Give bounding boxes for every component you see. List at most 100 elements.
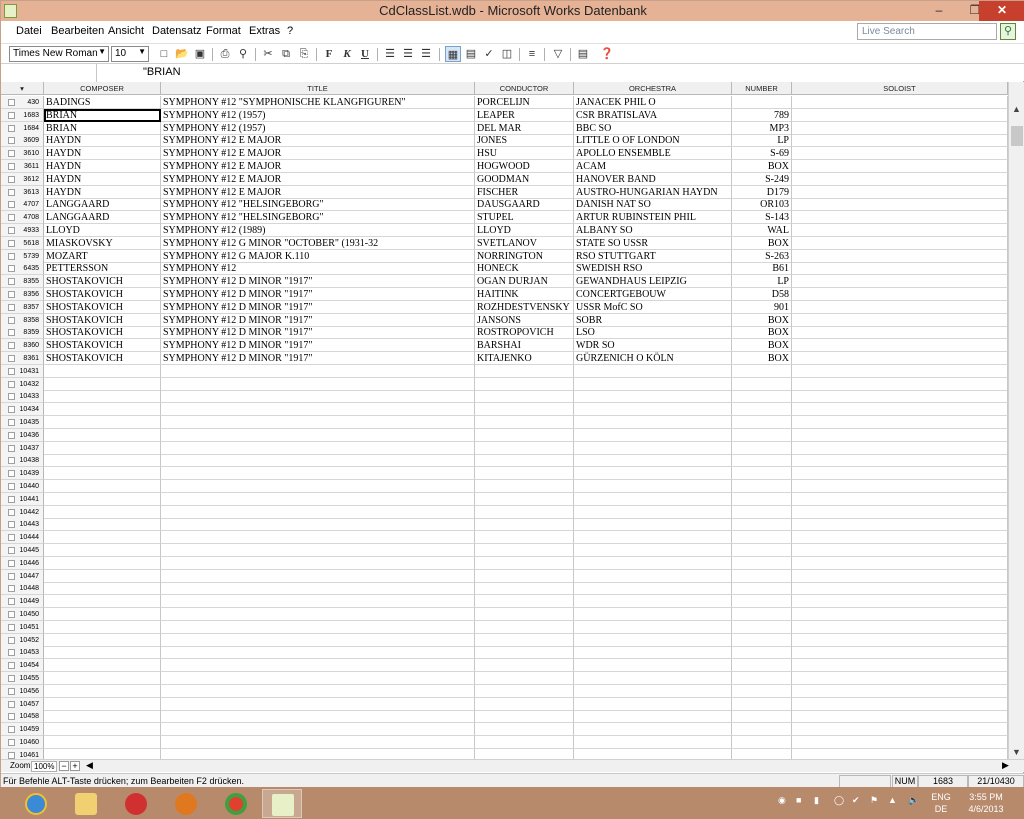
cell-title[interactable]: SYMPHONY #12 "HELSINGEBORG" xyxy=(161,211,475,225)
cell-conductor[interactable]: DEL MAR xyxy=(475,121,574,135)
cell-title[interactable]: SYMPHONY #12 E MAJOR xyxy=(161,134,475,148)
cell-orchestra[interactable] xyxy=(574,364,732,378)
cell-soloist[interactable] xyxy=(792,454,1008,468)
row-checkbox[interactable] xyxy=(8,534,15,542)
table-row[interactable]: 10455 xyxy=(1,672,1008,685)
help-icon[interactable]: ❓ xyxy=(599,46,615,62)
cell-orchestra[interactable] xyxy=(574,505,732,519)
table-row[interactable]: 10458 xyxy=(1,710,1008,724)
row-number[interactable]: 10438 xyxy=(1,454,44,468)
table-row[interactable]: 10434 xyxy=(1,403,1008,417)
row-number[interactable]: 10445 xyxy=(1,544,44,557)
table-row[interactable]: 3612 HAYDN SYMPHONY #12 E MAJOR GOODMAN HANO… xyxy=(1,172,1008,186)
cell-composer[interactable] xyxy=(44,441,161,455)
cell-soloist[interactable] xyxy=(792,620,1008,634)
table-row[interactable]: 4707 LANGGAARD SYMPHONY #12 "HELSINGEBORG"… xyxy=(1,198,1008,212)
row-checkbox[interactable] xyxy=(8,303,15,311)
cell-title[interactable]: SYMPHONY #12 D MINOR "1917" xyxy=(161,288,475,301)
cell-composer[interactable]: SHOSTAKOVICH xyxy=(44,300,161,314)
cell-soloist[interactable] xyxy=(792,198,1008,212)
cell-composer[interactable] xyxy=(44,377,161,391)
cell-conductor[interactable] xyxy=(475,428,574,442)
row-checkbox[interactable] xyxy=(8,278,15,286)
cell-number[interactable]: 789 xyxy=(732,108,792,122)
cell-orchestra[interactable] xyxy=(574,390,732,404)
table-row[interactable]: 5739 MOZART SYMPHONY #12 G MAJOR K.110 NORR… xyxy=(1,249,1008,263)
tray-icon[interactable]: ■ xyxy=(796,795,801,805)
row-checkbox[interactable] xyxy=(8,265,15,273)
cell-conductor[interactable]: LEAPER xyxy=(475,108,574,122)
vertical-scrollbar[interactable]: ▲ ▼ xyxy=(1008,82,1024,759)
cell-number[interactable]: D58 xyxy=(732,288,792,301)
cell-title[interactable] xyxy=(161,569,475,583)
cell-title[interactable] xyxy=(161,748,475,759)
cell-title[interactable] xyxy=(161,620,475,634)
cell-soloist[interactable] xyxy=(792,134,1008,148)
table-row[interactable]: 8359 SHOSTAKOVICH SYMPHONY #12 D MINOR "19… xyxy=(1,326,1008,340)
cell-conductor[interactable] xyxy=(475,608,574,621)
cell-number[interactable] xyxy=(732,582,792,596)
cell-soloist[interactable] xyxy=(792,185,1008,199)
table-row[interactable]: 1683 BRIAN SYMPHONY #12 (1957) LEAPER CSR BR… xyxy=(1,108,1008,122)
row-number[interactable]: 430 xyxy=(1,96,44,109)
cell-title[interactable] xyxy=(161,403,475,417)
row-number[interactable]: 10444 xyxy=(1,531,44,545)
cell-title[interactable] xyxy=(161,544,475,557)
cell-conductor[interactable] xyxy=(475,441,574,455)
cell-orchestra[interactable] xyxy=(574,492,732,506)
table-row[interactable]: 10436 xyxy=(1,428,1008,442)
cell-number[interactable]: S-249 xyxy=(732,172,792,186)
table-row[interactable]: 10450 xyxy=(1,608,1008,621)
table-row[interactable]: 430 BADINGS SYMPHONY #12 "SYMPHONISCHE KLA… xyxy=(1,96,1008,109)
cell-title[interactable]: SYMPHONY #12 G MAJOR K.110 xyxy=(161,249,475,263)
cell-orchestra[interactable]: LITTLE O OF LONDON xyxy=(574,134,732,148)
cell-orchestra[interactable] xyxy=(574,672,732,685)
row-number[interactable]: 10453 xyxy=(1,646,44,660)
cell-composer[interactable] xyxy=(44,544,161,557)
cell-conductor[interactable] xyxy=(475,582,574,596)
table-row[interactable]: 10440 xyxy=(1,480,1008,493)
cell-number[interactable]: BOX xyxy=(732,160,792,173)
cell-composer[interactable]: LLOYD xyxy=(44,224,161,237)
row-number[interactable]: 8355 xyxy=(1,275,44,289)
table-row[interactable]: 10437 xyxy=(1,441,1008,455)
row-checkbox[interactable] xyxy=(8,547,15,554)
row-number[interactable]: 4707 xyxy=(1,198,44,212)
cell-conductor[interactable] xyxy=(475,684,574,698)
live-search-input[interactable]: Live Search xyxy=(857,23,997,40)
cell-conductor[interactable]: ROSTROPOVICH xyxy=(475,326,574,340)
cell-composer[interactable] xyxy=(44,659,161,673)
cell-number[interactable] xyxy=(732,416,792,429)
cell-conductor[interactable] xyxy=(475,505,574,519)
cell-title[interactable] xyxy=(161,390,475,404)
table-row[interactable]: 10446 xyxy=(1,556,1008,570)
table-row[interactable]: 3611 HAYDN SYMPHONY #12 E MAJOR HOGWOOD ACAM… xyxy=(1,160,1008,173)
cell-orchestra[interactable] xyxy=(574,608,732,621)
cut-icon[interactable]: ✂ xyxy=(260,46,276,62)
row-number[interactable]: 8357 xyxy=(1,300,44,314)
cell-conductor[interactable]: DAUSGAARD xyxy=(475,198,574,212)
row-checkbox[interactable] xyxy=(8,700,15,708)
cell-title[interactable] xyxy=(161,659,475,673)
cell-title[interactable] xyxy=(161,608,475,621)
cell-conductor[interactable]: SVETLANOV xyxy=(475,236,574,250)
cell-soloist[interactable] xyxy=(792,723,1008,737)
cell-number[interactable] xyxy=(732,595,792,609)
cell-conductor[interactable] xyxy=(475,467,574,481)
cell-soloist[interactable] xyxy=(792,224,1008,237)
cell-composer[interactable]: PETTERSSON xyxy=(44,262,161,276)
cell-number[interactable]: BOX xyxy=(732,352,792,365)
cell-number[interactable] xyxy=(732,608,792,621)
row-number[interactable]: 10439 xyxy=(1,467,44,481)
row-number[interactable]: 10457 xyxy=(1,697,44,711)
cell-title[interactable] xyxy=(161,723,475,737)
report-view-icon[interactable]: ◫ xyxy=(499,46,515,62)
bold-button[interactable]: F xyxy=(321,46,337,62)
cell-orchestra[interactable]: BBC SO xyxy=(574,121,732,135)
cell-composer[interactable]: BRIAN xyxy=(44,108,161,122)
row-number[interactable]: 10436 xyxy=(1,428,44,442)
row-checkbox[interactable] xyxy=(8,355,15,362)
works-database-taskbar-button[interactable] xyxy=(262,789,302,818)
cell-title[interactable] xyxy=(161,646,475,660)
horizontal-scrollbar[interactable]: Zoom 100% − + ◀ ▶ xyxy=(1,759,1024,772)
